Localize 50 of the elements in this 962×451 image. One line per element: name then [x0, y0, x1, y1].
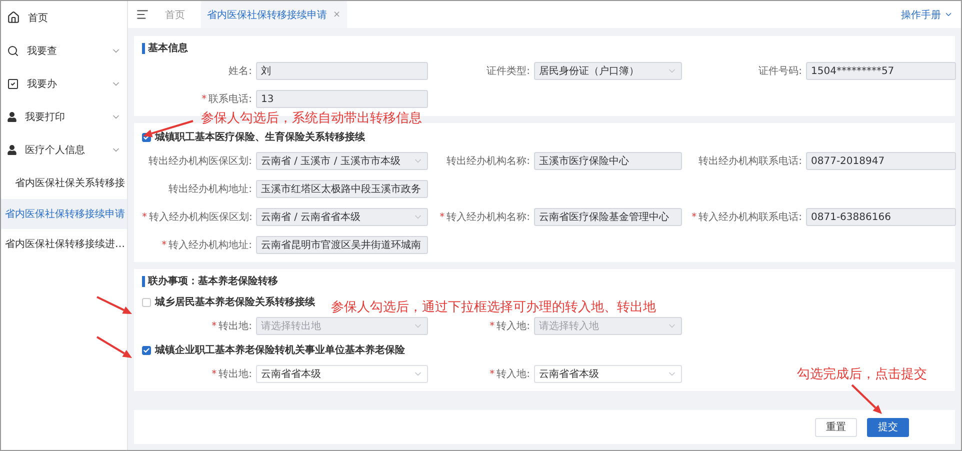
sidebar-item[interactable]: 首页	[1, 1, 127, 34]
annotation-text: 参保人勾选后，通过下拉框选择可办理的转入地、转出地	[331, 299, 656, 316]
reset-button[interactable]: 重置	[815, 418, 857, 436]
field-label: * 转入经办机构地址:	[160, 238, 252, 252]
checkbox-icon	[7, 78, 19, 90]
sidebar-subitem[interactable]: 省内医保社保转移接续申请	[1, 199, 127, 229]
manual-link[interactable]: 操作手册	[901, 8, 953, 22]
field-label: 转出经办机构联系电话:	[698, 154, 802, 168]
sidebar-item[interactable]: 我要办	[1, 67, 127, 100]
arrow-icon	[849, 383, 885, 417]
section-title: 基本信息	[142, 43, 947, 54]
checkbox[interactable]	[142, 346, 151, 354]
field-label: 姓名:	[228, 65, 252, 78]
field-label: * 转入地:	[488, 320, 530, 333]
annotation-text: 参保人勾选后，系统自动带出转移信息	[201, 110, 422, 127]
field-label: * 转入经办机构医保区划:	[142, 210, 252, 224]
menu-icon[interactable]	[136, 8, 149, 21]
checkbox-label: 城乡居民基本养老保险关系转移接续	[155, 295, 315, 309]
field-label: * 转出地:	[210, 320, 252, 333]
sidebar-item[interactable]: 省内医保社保关系转移接	[1, 166, 127, 199]
field-label: * 转入地:	[488, 368, 530, 381]
home-icon	[7, 11, 20, 24]
field-label: * 联系电话:	[200, 92, 252, 106]
checkbox-label: 城镇职工基本医疗保险、生育保险关系转移接续	[155, 130, 365, 144]
field-label: * 转出地:	[210, 368, 252, 381]
annotation-text: 勾选完成后，点击提交	[797, 366, 927, 383]
tab-label: 首页	[165, 8, 185, 22]
checkbox-label: 城镇企业职工基本养老保险转机关事业单位基本养老保险	[155, 343, 405, 357]
field-label: 证件号码:	[758, 65, 802, 78]
field-label: 转出经办机构地址:	[168, 182, 252, 196]
arrow-icon	[95, 295, 135, 317]
sidebar-item[interactable]: 我要查	[1, 34, 127, 67]
section-title: 联办事项：基本养老保险转移	[142, 276, 947, 287]
chevron-down-icon	[944, 10, 953, 19]
select-field[interactable]: 云南省省本级	[256, 365, 428, 383]
field-label: 证件类型:	[486, 64, 530, 78]
person-icon	[7, 112, 17, 122]
search-icon	[7, 44, 19, 56]
sidebar-item[interactable]: 医疗个人信息	[1, 133, 127, 166]
field-label: * 转入经办机构联系电话:	[690, 210, 802, 224]
sidebar-item[interactable]: 我要打印	[1, 100, 127, 133]
tab-label: 省内医保社保转移接续申请	[207, 8, 327, 22]
person-icon	[7, 144, 17, 154]
page-tab[interactable]: 省内医保社保转移接续申请 ×	[201, 1, 347, 28]
field-label: * 转入经办机构名称:	[438, 210, 530, 224]
field-label: 转出经办机构医保区划:	[148, 154, 252, 168]
field-label: 转出经办机构名称:	[446, 154, 530, 168]
select-field[interactable]: 云南省省本级	[534, 365, 682, 383]
arrow-icon	[95, 335, 135, 361]
submit-button[interactable]: 提交	[867, 418, 909, 436]
